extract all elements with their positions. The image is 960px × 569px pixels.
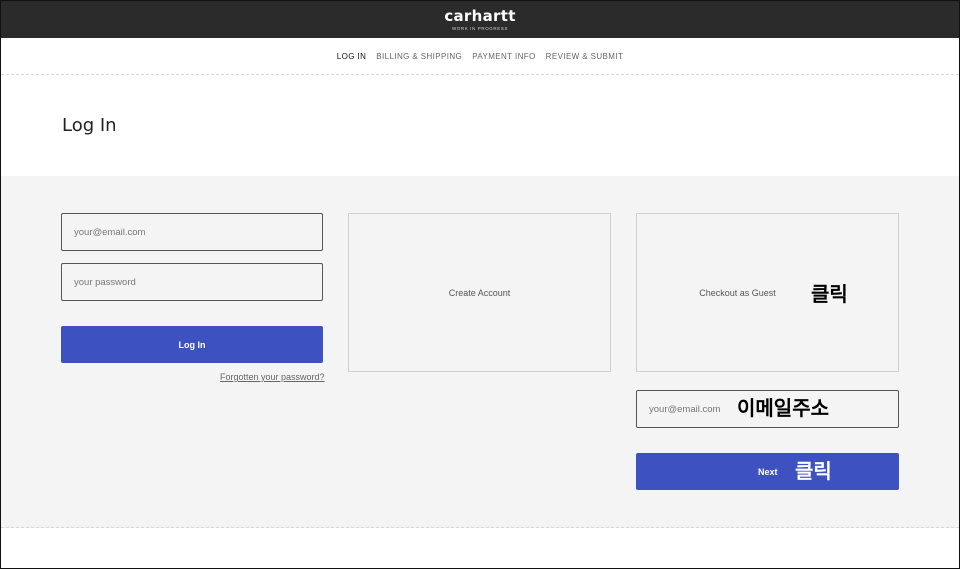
log-in-button[interactable]: Log In [61, 326, 323, 363]
login-email-input[interactable]: your@email.com [61, 213, 323, 251]
checkout-steps: LOG IN BILLING & SHIPPING PAYMENT INFO R… [1, 38, 959, 75]
step-billing-shipping[interactable]: BILLING & SHIPPING [376, 52, 462, 61]
step-review-submit[interactable]: REVIEW & SUBMIT [546, 52, 624, 61]
login-password-input[interactable]: your password [61, 263, 323, 301]
checkout-as-guest-button[interactable]: Checkout as Guest [636, 213, 899, 372]
create-account-label: Create Account [448, 287, 511, 298]
create-account-button[interactable]: Create Account [348, 213, 611, 372]
logo-tagline: WORK IN PROGRESS [451, 25, 509, 31]
next-click-annotation: 클릭 [795, 459, 832, 483]
forgot-password-link[interactable]: Forgotten your password? [220, 372, 325, 382]
email-address-annotation: 이메일주소 [737, 396, 829, 420]
step-payment-info[interactable]: PAYMENT INFO [472, 52, 535, 61]
page-title: Log In [62, 115, 117, 136]
carhartt-logo[interactable]: carhartt [444, 8, 515, 24]
guest-email-placeholder: your@email.com [649, 403, 721, 415]
site-header: carhartt WORK IN PROGRESS [1, 1, 959, 38]
login-password-placeholder: your password [74, 276, 136, 288]
checkout-as-guest-label: Checkout as Guest [699, 287, 776, 298]
login-email-placeholder: your@email.com [74, 226, 146, 238]
step-log-in[interactable]: LOG IN [337, 52, 367, 61]
next-button[interactable]: Next [636, 453, 899, 490]
next-button-label: Next [758, 466, 778, 477]
guest-click-annotation: 클릭 [811, 282, 848, 306]
